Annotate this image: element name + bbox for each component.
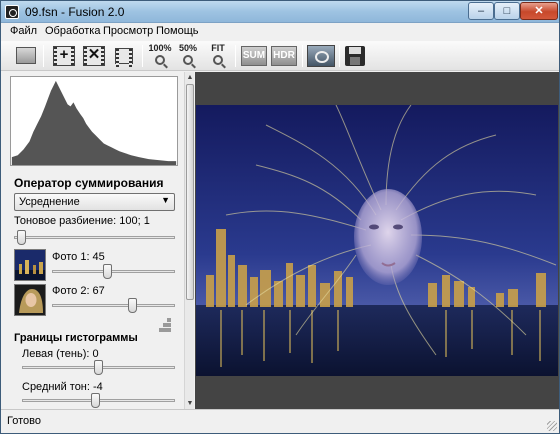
title-bar[interactable]: 09.fsn - Fusion 2.0 – □ ✕ [1, 1, 559, 23]
remove-image-button[interactable]: ✕ [81, 44, 107, 68]
cross-icon: ✕ [87, 46, 101, 63]
photo1-slider[interactable] [52, 263, 175, 281]
zoom-100-button[interactable]: 100% [145, 43, 175, 68]
slider-track [14, 236, 175, 239]
toolbar-separator [302, 45, 303, 67]
fused-photo [196, 105, 558, 376]
menu-help[interactable]: Помощь [156, 25, 199, 37]
zoom-50-label: 50% [178, 43, 197, 53]
zoom-100-label: 100% [148, 43, 172, 53]
app-icon[interactable] [5, 5, 19, 19]
zoom-fit-label: FIT [211, 43, 225, 53]
photo2-label: Фото 2: 67 [52, 285, 105, 297]
close-button[interactable]: ✕ [520, 2, 558, 20]
left-shadow-slider[interactable] [22, 359, 175, 377]
toolbar-separator [339, 45, 340, 67]
operator-select-value: Усреднение [19, 196, 80, 208]
menu-bar: Файл Обработка Просмотр Помощь [1, 23, 559, 41]
slider-track [52, 304, 175, 307]
toolbar-separator [43, 45, 44, 67]
slider-thumb[interactable] [128, 298, 137, 313]
tone-split-slider[interactable] [14, 229, 175, 247]
chevron-down-icon: ▼ [161, 195, 170, 205]
resize-grip-icon[interactable] [547, 421, 557, 431]
sum-button[interactable]: SUM [241, 46, 267, 66]
frame-icon [16, 47, 36, 64]
histogram-bounds-title: Границы гистограммы [14, 332, 138, 344]
zoom-50-button[interactable]: 50% [173, 43, 203, 68]
plus-icon: + [59, 46, 69, 63]
status-bar: Готово [1, 409, 559, 433]
operator-select[interactable]: Усреднение ▼ [14, 193, 175, 211]
photo1-thumbnail[interactable] [14, 249, 46, 281]
toolbar: + ✕ 100% 50% FIT SUM HDR [1, 41, 559, 71]
slider-thumb[interactable] [17, 230, 26, 245]
slider-track [52, 270, 175, 273]
hdr-button[interactable]: HDR [271, 46, 297, 66]
photo1-label: Фото 1: 45 [52, 251, 105, 263]
tone-split-label: Тоновое разбиение: 100; 1 [14, 215, 150, 227]
histogram [10, 76, 178, 166]
window-title: 09.fsn - Fusion 2.0 [25, 5, 125, 19]
operator-title: Оператор суммирования [14, 176, 164, 190]
photo-settings-icon[interactable] [307, 45, 335, 67]
midtone-slider[interactable] [22, 392, 175, 409]
magnifier-icon [155, 55, 165, 65]
main-window: 09.fsn - Fusion 2.0 – □ ✕ Файл Обработка… [0, 0, 560, 434]
maximize-button[interactable]: □ [494, 2, 520, 20]
layers-icon [115, 48, 133, 67]
settings-panel: Оператор суммирования Усреднение ▼ Тонов… [2, 72, 194, 409]
minimize-button[interactable]: – [468, 2, 494, 20]
magnifier-icon [183, 55, 193, 65]
photo2-slider[interactable] [52, 297, 175, 315]
menu-processing[interactable]: Обработка [45, 25, 100, 37]
toolbar-separator [142, 45, 143, 67]
scroll-down-icon[interactable]: ▼ [185, 398, 194, 409]
panel-scrollbar[interactable]: ▲ ▼ [184, 72, 194, 409]
scrollbar-thumb[interactable] [186, 84, 194, 300]
menu-file[interactable]: Файл [10, 25, 37, 37]
toolbar-separator [235, 45, 236, 67]
magnifier-icon [213, 55, 223, 65]
slider-thumb[interactable] [94, 360, 103, 375]
menu-view[interactable]: Просмотр [103, 25, 153, 37]
photo2-thumbnail[interactable] [14, 284, 46, 316]
slider-thumb[interactable] [91, 393, 100, 408]
panel-grip-icon [159, 318, 171, 332]
new-project-button[interactable] [13, 44, 39, 68]
status-text: Готово [7, 415, 41, 427]
add-image-button[interactable]: + [51, 44, 77, 68]
zoom-fit-button[interactable]: FIT [203, 43, 233, 68]
slider-thumb[interactable] [103, 264, 112, 279]
align-images-button[interactable] [111, 44, 137, 68]
save-icon[interactable] [345, 46, 365, 66]
scroll-up-icon[interactable]: ▲ [185, 72, 194, 83]
image-canvas[interactable] [195, 72, 559, 409]
